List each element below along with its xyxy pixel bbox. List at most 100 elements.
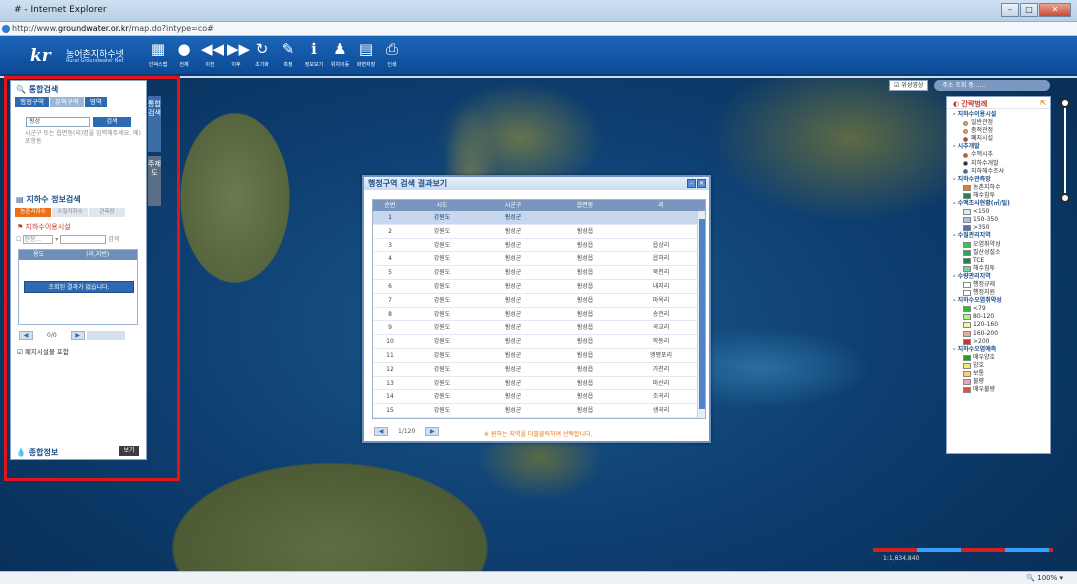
legend-item: TCE bbox=[953, 257, 1050, 265]
table-cell: 13 bbox=[386, 379, 394, 387]
legend-item-label: 80-120 bbox=[973, 313, 995, 321]
legend-swatch-icon bbox=[963, 225, 971, 232]
url-text[interactable]: http://www.groundwater.or.kr/map.do?inty… bbox=[12, 24, 214, 33]
table-cell: 강원도 bbox=[433, 241, 451, 249]
legend-item: 질산성질소 bbox=[953, 249, 1050, 257]
table-row[interactable]: 3 강원도 횡성군 횡성읍 읍상리 bbox=[373, 239, 705, 253]
table-cell: 9 bbox=[388, 324, 392, 332]
table-cell: 횡성군 bbox=[504, 351, 522, 359]
table-cell: 강원도 bbox=[433, 282, 451, 290]
close-button[interactable]: ✕ bbox=[1039, 3, 1071, 17]
zoom-out-knob[interactable] bbox=[1060, 193, 1070, 203]
address-search-box[interactable]: 주소 조회 중...... bbox=[934, 80, 1051, 91]
maximize-button[interactable]: □ bbox=[1020, 3, 1038, 17]
legend-item-label: 120-160 bbox=[973, 321, 999, 329]
table-cell: 가천리 bbox=[652, 365, 670, 373]
table-row[interactable]: 13 강원도 횡성군 횡성읍 마산리 bbox=[373, 377, 705, 391]
pin-icon: ♟ bbox=[333, 40, 347, 58]
table-cell: 12 bbox=[386, 365, 394, 373]
legend-dot-icon bbox=[963, 169, 968, 175]
legend-item: 80-120 bbox=[953, 313, 1050, 321]
dialog-next-button[interactable]: ▶ bbox=[425, 427, 440, 436]
zoom-track[interactable] bbox=[1064, 104, 1066, 199]
legend-section-title: - 지하수이용시설 bbox=[953, 111, 997, 118]
tool-label: 정보보기 bbox=[304, 62, 324, 68]
tool-printer[interactable]: ⎙ 인쇄 bbox=[380, 40, 404, 68]
table-cell: 15 bbox=[386, 407, 394, 415]
legend-item: 해수침투 bbox=[953, 265, 1050, 273]
legend-title: ◐ 간략범례 ⇱ bbox=[947, 97, 1050, 109]
tool-globe[interactable]: ● 전체 bbox=[172, 40, 196, 68]
rewind-icon: ◀◀ bbox=[201, 40, 225, 58]
tool-pin[interactable]: ♟ 위치이동 bbox=[328, 40, 352, 68]
table-cell: 읍하리 bbox=[652, 255, 670, 263]
table-cell: 횡성읍 bbox=[576, 269, 594, 277]
table-cell: 횡성군 bbox=[504, 393, 522, 401]
legend-swatch-icon bbox=[963, 306, 971, 313]
scrollbar-thumb[interactable] bbox=[699, 219, 705, 409]
table-cell: 7 bbox=[388, 296, 392, 304]
table-cell: 횡성군 bbox=[504, 227, 522, 235]
table-row[interactable]: 8 강원도 횡성군 횡성읍 송전리 bbox=[373, 308, 705, 322]
legend-swatch-icon bbox=[963, 192, 971, 199]
zoom-in-knob[interactable] bbox=[1060, 98, 1070, 108]
satellite-toggle[interactable]: ☑ 위성영상 bbox=[889, 80, 929, 91]
table-row[interactable]: 11 강원도 횡성군 횡성읍 앵평포리 bbox=[373, 349, 705, 363]
tool-print-map[interactable]: ▦ 인덱스맵 bbox=[146, 40, 170, 68]
col-province: 시도 bbox=[436, 202, 448, 209]
table-row[interactable]: 4 강원도 횡성군 횡성읍 읍하리 bbox=[373, 252, 705, 267]
table-cell: 강원도 bbox=[433, 379, 451, 387]
legend-item: 매우양호 bbox=[953, 354, 1050, 362]
tool-ruler[interactable]: ✎ 측정 bbox=[276, 40, 300, 68]
forward-icon: ▶▶ bbox=[227, 40, 251, 58]
address-bar[interactable]: http://www.groundwater.or.kr/map.do?inty… bbox=[0, 22, 1077, 36]
table-row[interactable]: 9 강원도 횡성군 횡성읍 곡교리 bbox=[373, 321, 705, 336]
zoom-level[interactable]: 🔍 100% ▾ bbox=[1026, 574, 1063, 582]
result-table: 순번 시도 시군구 읍면동 리 1 강원도 횡성군 2 강원도 횡성군 횡성읍 3 강원도 횡성군… bbox=[372, 199, 706, 419]
zoom-slider[interactable] bbox=[1060, 98, 1070, 203]
dialog-close-button[interactable]: ✕ bbox=[697, 179, 706, 188]
legend-item: 지하수개발 bbox=[953, 160, 1050, 168]
tool-forward[interactable]: ▶▶ 이후 bbox=[224, 40, 251, 68]
table-row[interactable]: 15 강원도 횡성군 횡성읍 생곡리 bbox=[373, 404, 705, 418]
legend-dot-icon bbox=[963, 136, 968, 142]
legend-item-label: 농촌지하수 bbox=[973, 183, 1001, 191]
table-cell: 강원도 bbox=[433, 365, 451, 373]
table-row[interactable]: 14 강원도 횡성군 횡성읍 조곡리 bbox=[373, 390, 705, 405]
table-row[interactable]: 1 강원도 횡성군 bbox=[373, 211, 705, 225]
table-row[interactable]: 5 강원도 횡성군 횡성읍 북천리 bbox=[373, 266, 705, 280]
table-row[interactable]: 10 강원도 횡성군 횡성읍 학동리 bbox=[373, 335, 705, 349]
legend-swatch-icon bbox=[963, 249, 971, 256]
table-row[interactable]: 6 강원도 횡성군 횡성읍 내지리 bbox=[373, 280, 705, 294]
table-row[interactable]: 12 강원도 횡성군 횡성읍 가천리 bbox=[373, 363, 705, 377]
table-cell: 강원도 bbox=[433, 214, 451, 221]
legend-swatch-icon bbox=[963, 322, 971, 329]
table-cell: 11 bbox=[386, 351, 394, 359]
minimize-button[interactable]: – bbox=[1001, 3, 1019, 17]
table-scrollbar[interactable] bbox=[697, 211, 705, 418]
table-cell: 6 bbox=[388, 282, 392, 290]
table-cell: 횡성군 bbox=[504, 269, 522, 277]
tool-info[interactable]: ℹ 정보보기 bbox=[302, 40, 326, 68]
table-cell: 강원도 bbox=[433, 310, 451, 318]
dialog-prev-button[interactable]: ◀ bbox=[374, 427, 388, 436]
dialog-minimize-button[interactable]: – bbox=[687, 179, 696, 188]
legend-collapse-icon[interactable]: ⇱ bbox=[1040, 99, 1046, 107]
tool-rewind[interactable]: ◀◀ 이전 bbox=[198, 40, 225, 68]
table-row[interactable]: 7 강원도 횡성군 횡성읍 마옥리 bbox=[373, 294, 705, 308]
site-logo[interactable]: kr 농어촌지하수넷 Rural Groundwater Net bbox=[30, 46, 124, 66]
table-cell: 강원도 bbox=[433, 227, 451, 235]
table-cell: 횡성군 bbox=[504, 214, 522, 221]
legend-swatch-icon bbox=[963, 257, 971, 264]
legend-section-title: - 수맥조사현황(㎥/일) bbox=[953, 200, 1010, 208]
legend-swatch-icon bbox=[963, 209, 971, 216]
tool-label: 초기화 bbox=[255, 62, 269, 68]
table-cell bbox=[549, 211, 621, 224]
legend-swatch-icon bbox=[963, 241, 971, 248]
tool-save[interactable]: ▤ 화면저장 bbox=[354, 40, 378, 68]
ruler-icon: ✎ bbox=[281, 40, 295, 58]
table-row[interactable]: 2 강원도 횡성군 횡성읍 bbox=[373, 225, 705, 239]
legend-section-title: - 지하수오염예측 bbox=[953, 345, 997, 353]
tool-label: 위치이동 bbox=[330, 62, 350, 68]
tool-refresh[interactable]: ↻ 초기화 bbox=[250, 40, 274, 68]
